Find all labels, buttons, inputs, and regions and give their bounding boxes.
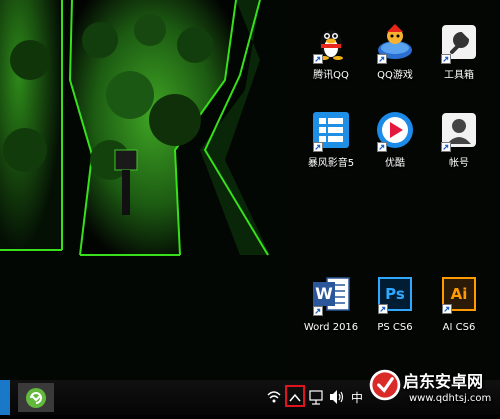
desktop-icon-youku[interactable]: 优酷 [364, 110, 426, 174]
desktop-icon-label: 优酷 [364, 158, 426, 170]
ime-indicator[interactable]: 中 [351, 391, 363, 405]
taskbar-app-button[interactable] [18, 383, 54, 412]
highlight-box [285, 385, 305, 407]
desktop-icon-baofeng[interactable]: 暴风影音5 [300, 110, 362, 174]
desktop-icon-label: AI CS6 [428, 322, 490, 334]
wifi-icon[interactable] [266, 380, 282, 415]
desktop-icon-qqgame[interactable]: QQ游戏 [364, 22, 426, 86]
illustrator-icon: Ai [442, 277, 476, 311]
desktop-icon-label: 帐号 [428, 158, 490, 170]
start-button[interactable] [0, 380, 10, 415]
desktop: 腾讯QQ QQ游戏 [0, 0, 500, 380]
word-icon: W [311, 274, 351, 314]
desktop-icon-account[interactable]: 帐号 [428, 110, 490, 174]
word-icon-letter: W [313, 285, 335, 303]
wallpaper-image [0, 0, 300, 380]
watermark-logo-icon [367, 367, 403, 403]
shortcut-arrow-icon [313, 54, 323, 64]
shortcut-arrow-icon [441, 54, 451, 64]
baofeng-player-icon [311, 110, 351, 150]
desktop-icon-grid: 腾讯QQ QQ游戏 [300, 22, 500, 342]
desktop-icon-label: PS CS6 [364, 322, 426, 334]
desktop-icon-label: QQ游戏 [364, 70, 426, 82]
illustrator-icon-letter: Ai [444, 285, 474, 303]
shortcut-arrow-icon [441, 142, 451, 152]
volume-icon[interactable] [328, 380, 346, 415]
shortcut-arrow-icon [377, 142, 387, 152]
shortcut-arrow-icon [378, 304, 388, 314]
qq-game-icon [375, 22, 415, 62]
watermark: 启东安卓网 www.qdhtsj.com [365, 365, 500, 415]
shortcut-arrow-icon [377, 54, 387, 64]
network-icon[interactable] [308, 380, 324, 415]
wrench-icon [439, 22, 479, 62]
desktop-icon-ai[interactable]: Ai AI CS6 [428, 274, 490, 338]
watermark-title: 启东安卓网 [403, 368, 483, 392]
desktop-icon-toolbox[interactable]: 工具箱 [428, 22, 490, 86]
desktop-icon-label: 暴风影音5 [300, 158, 362, 170]
youku-play-icon [375, 110, 415, 150]
shortcut-arrow-icon [313, 142, 323, 152]
desktop-icon-label: 工具箱 [428, 70, 490, 82]
desktop-icon-word[interactable]: W Word 2016 [300, 274, 362, 338]
desktop-icon-label: Word 2016 [300, 322, 362, 334]
qq-penguin-icon [311, 22, 351, 62]
watermark-url: www.qdhtsj.com [409, 393, 491, 404]
shortcut-arrow-icon [442, 304, 452, 314]
shortcut-arrow-icon [313, 306, 323, 316]
desktop-icon-label: 腾讯QQ [300, 70, 362, 82]
photoshop-icon-letter: Ps [380, 285, 410, 303]
desktop-icon-qq[interactable]: 腾讯QQ [300, 22, 362, 86]
user-silhouette-icon [439, 110, 479, 150]
photoshop-icon: Ps [378, 277, 412, 311]
app-icon [26, 388, 46, 408]
desktop-icon-ps[interactable]: Ps PS CS6 [364, 274, 426, 338]
